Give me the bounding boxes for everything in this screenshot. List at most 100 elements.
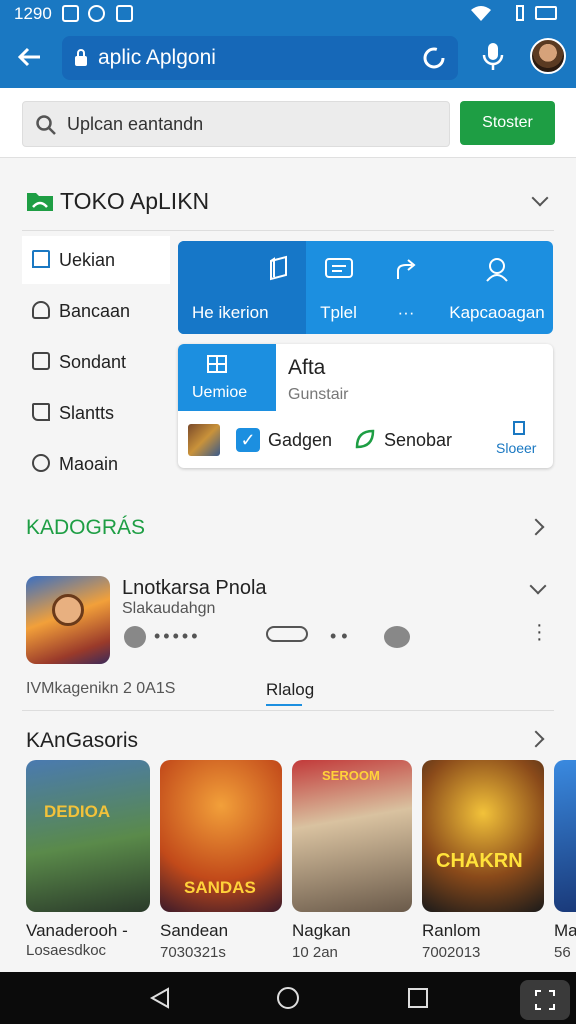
game-sub: 7002013 bbox=[422, 944, 481, 961]
sidebar-item-bancaan[interactable]: Bancaan bbox=[22, 287, 170, 335]
card-option-gadgen: Gadgen bbox=[268, 430, 333, 450]
featured-title[interactable]: Lnotkarsa Pnola bbox=[122, 577, 267, 600]
game-card-art[interactable]: SEROOM bbox=[292, 760, 412, 912]
tile-kapcaoagan[interactable]: Kapcaoagan bbox=[441, 241, 553, 334]
sidebar-item-label: Sondant bbox=[59, 352, 127, 372]
sidebar-item-slantts[interactable]: Slantts bbox=[22, 389, 170, 437]
search-placeholder: Uplcan eantandn bbox=[67, 114, 204, 134]
chat-icon bbox=[325, 258, 353, 278]
notification-icon bbox=[62, 5, 79, 22]
url-bar[interactable]: aplic Aplgoni bbox=[62, 36, 458, 80]
featured-game-thumbnail[interactable] bbox=[26, 576, 110, 664]
app-bar: aplic Aplgoni bbox=[0, 28, 576, 88]
sidebar-item-label: Uekian bbox=[59, 250, 116, 270]
game-name[interactable]: Nagkan bbox=[292, 921, 351, 941]
chevron-right-icon[interactable] bbox=[527, 730, 545, 748]
game-card-art[interactable]: SANDAS bbox=[160, 760, 282, 912]
tab-rlalog[interactable]: Rlalog bbox=[266, 680, 314, 700]
system-nav-bar bbox=[0, 972, 576, 1024]
game-art-text: CHAKRN bbox=[436, 850, 523, 872]
tile-label: He ikerion bbox=[192, 303, 269, 322]
game-card-art[interactable]: DEDIOA bbox=[26, 760, 150, 912]
tab-indicator bbox=[266, 704, 302, 706]
puzzle-icon bbox=[207, 355, 227, 373]
tile-he-ikerion[interactable]: He ikerion bbox=[178, 241, 306, 334]
featured-subtitle: Slakaudahgn bbox=[122, 600, 216, 617]
start-button[interactable]: Stoster bbox=[460, 101, 555, 145]
card-subtitle: Gunstair bbox=[288, 386, 349, 403]
sidebar-item-maoain[interactable]: Maoain bbox=[22, 440, 170, 488]
nav-back-icon[interactable] bbox=[148, 986, 172, 1010]
microphone-icon[interactable] bbox=[482, 42, 504, 72]
url-text: aplic Aplgoni bbox=[98, 46, 216, 69]
tile-more[interactable]: ··· bbox=[371, 241, 441, 334]
game-art-text: SEROOM bbox=[322, 768, 380, 783]
card-option-senobar: Senobar bbox=[384, 430, 453, 450]
game-sub: 56 bbox=[554, 944, 571, 961]
battery-saver-icon bbox=[516, 5, 524, 21]
card-title: Afta bbox=[288, 356, 326, 379]
bookmark-outline-icon bbox=[32, 403, 50, 421]
person-icon bbox=[32, 301, 50, 319]
game-art-text: DEDIOA bbox=[44, 802, 111, 821]
demo-label: Uemioe bbox=[192, 384, 248, 401]
game-name[interactable]: Vanaderooh - bbox=[26, 921, 128, 941]
app-card[interactable]: Uemioe Afta Gunstair ✓ Gadgen Senobar Sl… bbox=[178, 344, 553, 468]
store-folder-icon bbox=[27, 193, 53, 211]
tile-label: Tplel bbox=[320, 303, 357, 322]
divider bbox=[22, 230, 554, 231]
more-dots: • • bbox=[330, 626, 348, 646]
back-arrow-icon[interactable] bbox=[16, 44, 42, 70]
circle-icon bbox=[32, 454, 50, 472]
game-art-text: SANDAS bbox=[184, 878, 256, 897]
share-icon bbox=[397, 259, 416, 279]
game-name[interactable]: Sandean bbox=[160, 921, 228, 941]
game-sub: 7030321s bbox=[160, 944, 226, 961]
featured-meta: IVMkagenikn 2 0A1S bbox=[26, 680, 176, 697]
nav-recents-icon[interactable] bbox=[406, 986, 430, 1010]
wifi-icon bbox=[471, 6, 491, 21]
status-time: 1290 bbox=[14, 4, 52, 23]
game-sub: 10 2an bbox=[292, 944, 338, 961]
book-icon bbox=[270, 255, 287, 281]
screenshot-icon[interactable] bbox=[520, 980, 570, 1020]
avatar[interactable] bbox=[530, 38, 566, 74]
card-action[interactable]: Sloeer bbox=[496, 440, 536, 456]
overflow-menu-icon[interactable]: · · · bbox=[536, 615, 543, 649]
check-icon[interactable]: ✓ bbox=[236, 428, 260, 452]
reload-icon[interactable] bbox=[422, 46, 446, 70]
search-icon bbox=[36, 115, 56, 135]
square-icon bbox=[32, 352, 50, 370]
bookmark-icon bbox=[32, 250, 50, 268]
sidebar-item-label: Maoain bbox=[59, 454, 119, 474]
tile-tplel[interactable]: Tplel bbox=[306, 241, 371, 334]
game-thumbnail bbox=[188, 424, 220, 456]
game-name[interactable]: Ranlom bbox=[422, 921, 481, 941]
section-games-title: KAnGasoris bbox=[26, 729, 139, 752]
sidebar-item-label: Bancaan bbox=[59, 301, 131, 321]
sidebar-item-sondant[interactable]: Sondant bbox=[22, 338, 170, 386]
play-icon[interactable] bbox=[124, 626, 146, 648]
section-categories-title: KADOGRÁS bbox=[26, 516, 146, 539]
leaf-icon bbox=[355, 429, 375, 449]
expand-chevron-icon[interactable] bbox=[529, 577, 547, 595]
game-card-art[interactable]: CHAKRN bbox=[422, 760, 544, 912]
demo-tile[interactable]: Uemioe bbox=[178, 344, 276, 411]
toggle-icon[interactable] bbox=[266, 626, 308, 642]
search-input[interactable]: Uplcan eantandn bbox=[22, 101, 450, 147]
nav-home-icon[interactable] bbox=[276, 986, 300, 1010]
chevron-right-icon[interactable] bbox=[527, 518, 545, 536]
divider bbox=[22, 710, 554, 711]
person-search-icon bbox=[486, 258, 508, 282]
status-bar: 1290 bbox=[0, 0, 576, 28]
game-name[interactable]: Ma bbox=[554, 921, 576, 941]
section-store-title: TOKO ApLIKN bbox=[60, 188, 210, 214]
search-row: Uplcan eantandn Stoster bbox=[0, 88, 576, 158]
game-card-art[interactable] bbox=[554, 760, 576, 912]
message-icon bbox=[116, 5, 133, 22]
sidebar-item-label: Slantts bbox=[59, 403, 115, 423]
sidebar-item-uekian[interactable]: Uekian bbox=[22, 236, 170, 284]
expand-chevron-icon[interactable] bbox=[531, 189, 549, 207]
sound-icon[interactable] bbox=[384, 626, 410, 648]
battery-icon bbox=[535, 6, 557, 20]
